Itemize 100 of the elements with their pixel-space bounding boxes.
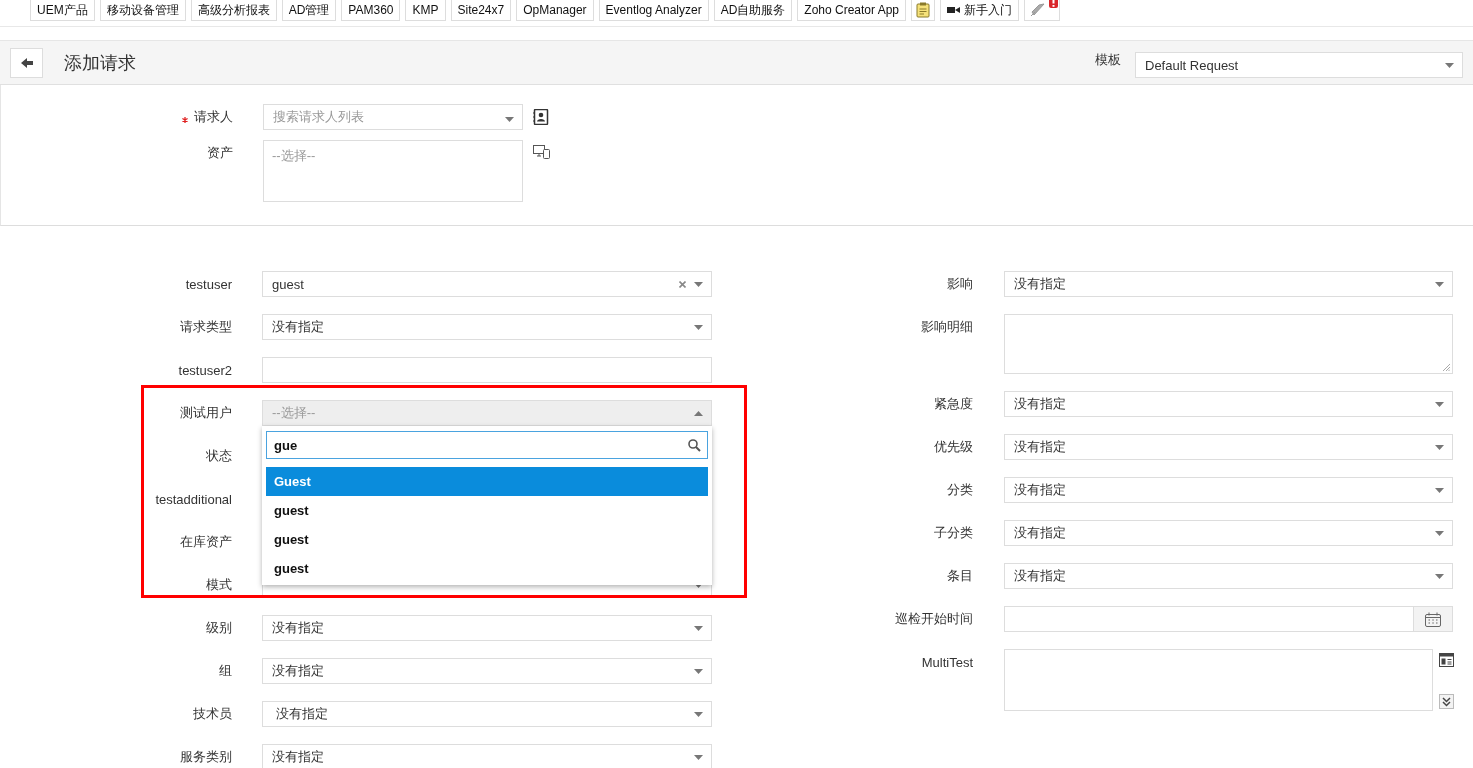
select-field[interactable]: 没有指定: [262, 744, 712, 768]
select-value: 没有指定: [1014, 275, 1067, 293]
monitor-devices-icon[interactable]: [533, 145, 550, 159]
select-value: 没有指定: [1014, 481, 1067, 499]
toolbar-link[interactable]: UEM产品: [30, 0, 95, 21]
contact-card-icon[interactable]: [533, 109, 549, 125]
field-label: 级别: [206, 619, 232, 637]
caret-icon: [694, 410, 703, 416]
select-field[interactable]: 没有指定: [1004, 477, 1453, 503]
requester-placeholder: 搜索请求人列表: [273, 108, 365, 126]
double-chevron-down-icon[interactable]: [1439, 694, 1454, 709]
select-field[interactable]: 没有指定: [262, 615, 712, 641]
field-label: 巡检开始时间: [895, 610, 973, 628]
caret-icon: [1435, 530, 1444, 536]
select-value: 没有指定: [1014, 395, 1067, 413]
toolbar-link[interactable]: AD管理: [281, 0, 337, 21]
select-field[interactable]: 没有指定: [1004, 391, 1453, 417]
select-value: 没有指定: [1014, 524, 1067, 542]
layout-panel-icon[interactable]: [1439, 653, 1454, 667]
field-label: 请求类型: [180, 318, 232, 336]
select-value: guest: [272, 276, 305, 292]
select-field[interactable]: 没有指定: [262, 658, 712, 684]
select-field[interactable]: 没有指定: [1004, 520, 1453, 546]
toolbar-link[interactable]: PAM360: [341, 0, 401, 21]
select-value: 没有指定: [272, 619, 325, 637]
toolbar-link[interactable]: Zoho Creator App: [797, 0, 907, 21]
clipboard-button[interactable]: [911, 0, 936, 21]
toolbar-link[interactable]: 高级分析报表: [190, 0, 277, 21]
caret-icon: [1435, 401, 1444, 407]
select-field[interactable]: 没有指定: [262, 701, 712, 727]
field-label: 影响明细: [921, 318, 973, 336]
toolbar-link[interactable]: KMP: [405, 0, 446, 21]
date-field[interactable]: [1004, 606, 1453, 632]
multiline-field[interactable]: [1004, 649, 1433, 711]
field-label: MultiTest: [921, 654, 973, 670]
notification-badge-icon: [1049, 0, 1059, 8]
field-label: testuser2: [178, 362, 232, 378]
field-label: 状态: [206, 447, 232, 465]
field-label: 优先级: [934, 438, 973, 456]
template-select[interactable]: Default Request: [1135, 52, 1463, 78]
field-label: 请求人: [194, 108, 233, 126]
field-label: 服务类别: [180, 748, 232, 766]
dropdown-option[interactable]: Guest: [266, 467, 708, 496]
toolbar-link[interactable]: 移动设备管理: [99, 0, 186, 21]
page-title: 添加请求: [64, 51, 136, 75]
field-label: 条目: [947, 567, 973, 585]
select-value: 没有指定: [272, 662, 325, 680]
select-field[interactable]: 没有指定: [1004, 271, 1453, 297]
select-value: 没有指定: [272, 318, 325, 336]
dropdown-option[interactable]: guest: [266, 554, 708, 583]
calendar-button[interactable]: [1413, 607, 1452, 631]
field-label: 技术员: [193, 705, 232, 723]
caret-icon: [1435, 281, 1444, 287]
calendar-icon: [1425, 611, 1441, 627]
dropdown-option[interactable]: guest: [266, 525, 708, 554]
caret-icon: [694, 582, 703, 588]
field-label: 模式: [206, 576, 232, 594]
caret-icon: [694, 668, 703, 674]
caret-icon: [694, 625, 703, 631]
asset-placeholder: --选择--: [272, 148, 316, 163]
toolbar-link[interactable]: Eventlog Analyzer: [598, 0, 709, 21]
caret-icon: [1435, 573, 1444, 579]
field-label: 组: [219, 662, 232, 680]
resize-grip-icon: [1443, 364, 1450, 371]
rocket-button[interactable]: [1024, 0, 1061, 21]
select-field[interactable]: 没有指定: [262, 314, 712, 340]
field-label: testadditional: [155, 491, 232, 507]
template-label: 模板: [1095, 50, 1121, 69]
select-value: 没有指定: [274, 705, 329, 723]
select-field[interactable]: 没有指定: [1004, 434, 1453, 460]
getting-started-button[interactable]: 新手入门: [940, 0, 1020, 21]
select-value: 没有指定: [1014, 567, 1067, 585]
caret-icon: [1445, 62, 1454, 68]
field-label: 测试用户: [180, 404, 232, 422]
toolbar-link[interactable]: AD自助服务: [713, 0, 793, 21]
field-label: 分类: [947, 481, 973, 499]
field-label: 子分类: [934, 524, 973, 542]
clipboard-icon: [916, 2, 931, 18]
select-field[interactable]: guest: [262, 271, 712, 297]
textarea-field[interactable]: [1004, 314, 1453, 374]
caret-icon: [1435, 444, 1444, 450]
dropdown-option[interactable]: guest: [266, 496, 708, 525]
select-placeholder: --选择--: [272, 404, 317, 422]
caret-icon: [694, 711, 703, 717]
search-icon: [688, 438, 701, 452]
caret-icon: [694, 754, 703, 760]
field-label: 影响: [947, 275, 973, 293]
video-camera-icon: [947, 6, 961, 14]
search-field[interactable]: gue: [266, 431, 708, 459]
text-field[interactable]: [262, 357, 712, 383]
select-value: 没有指定: [1014, 438, 1067, 456]
clear-icon[interactable]: [679, 280, 686, 288]
select-field[interactable]: 没有指定: [1004, 563, 1453, 589]
toolbar-link[interactable]: OpManager: [516, 0, 594, 21]
back-button[interactable]: [10, 47, 43, 78]
search-value: gue: [274, 437, 299, 453]
caret-icon: [694, 281, 703, 287]
caret-icon: [694, 324, 703, 330]
toolbar-link[interactable]: Site24x7: [450, 0, 512, 21]
field-label: 在库资产: [180, 533, 232, 551]
